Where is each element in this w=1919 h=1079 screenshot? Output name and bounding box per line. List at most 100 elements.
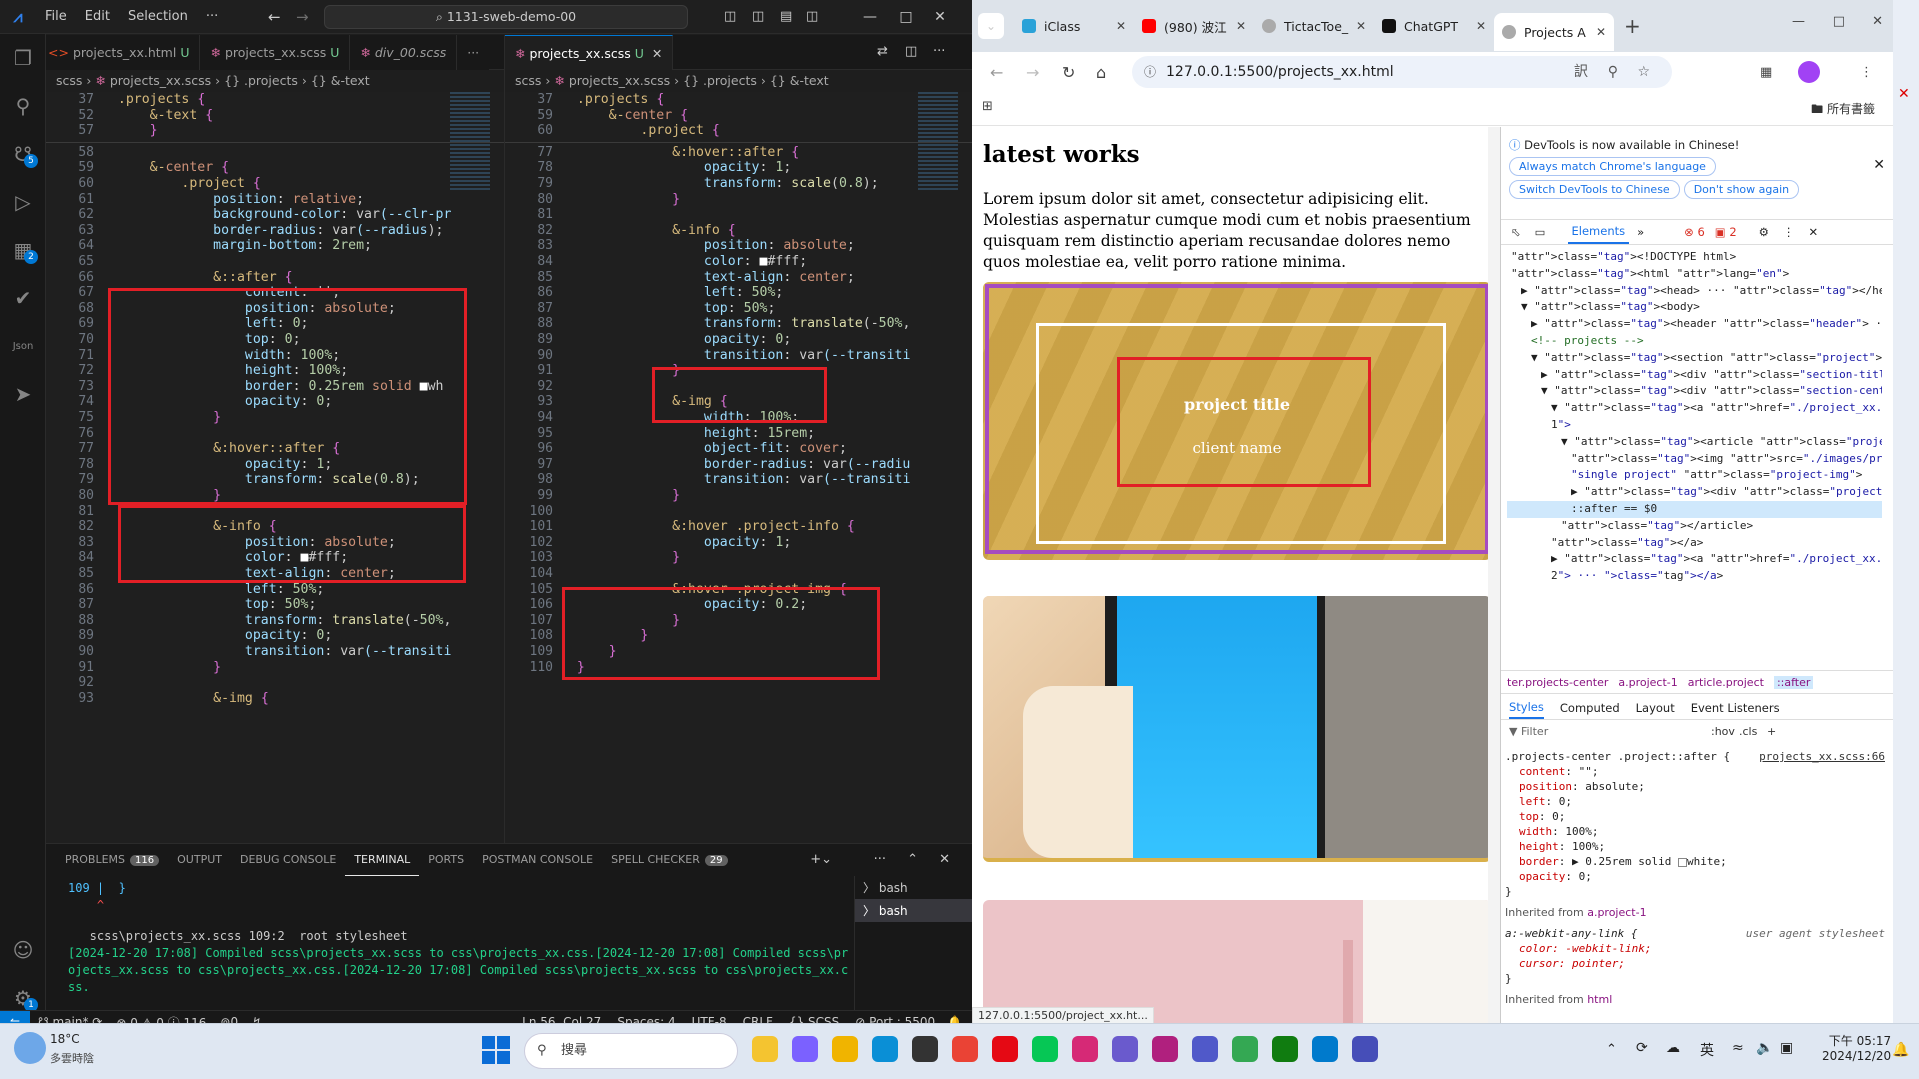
rule-source-link[interactable]: projects_xx.scss:66: [1759, 749, 1885, 764]
dom-node[interactable]: ▼ "attr">class="tag"><article "attr">cla…: [1507, 434, 1882, 451]
sticky-code-line[interactable]: .projects {: [102, 92, 205, 107]
sticky-code-line[interactable]: &-center {: [561, 108, 688, 123]
layout-tab[interactable]: Layout: [1636, 701, 1675, 715]
code-line[interactable]: transform: scale(0.8);: [561, 176, 879, 191]
tab-projects-html[interactable]: <> projects_xx.html U: [46, 35, 201, 70]
code-line[interactable]: }: [561, 192, 680, 207]
dom-node[interactable]: 1">: [1507, 417, 1882, 434]
close-tab-icon[interactable]: ✕: [1596, 25, 1606, 39]
notifications-icon[interactable]: 🔔: [947, 1015, 962, 1023]
code-line[interactable]: left: 50%;: [102, 582, 324, 597]
always-match-language-button[interactable]: Always match Chrome's language: [1509, 157, 1716, 176]
terminal-output[interactable]: 109 | } ^ scss\projects_xx.scss 109:2 ro…: [68, 880, 868, 996]
notification-bell-icon[interactable]: 🔔: [1892, 1042, 1909, 1058]
chrome-tab-iclass[interactable]: iClass ✕: [1014, 8, 1134, 44]
sticky-code-line[interactable]: .projects {: [561, 92, 664, 107]
code-line[interactable]: border-radius: var(--radius);: [102, 223, 443, 238]
ime-indicator[interactable]: 英: [1700, 1040, 1714, 1060]
code-line[interactable]: height: 15rem;: [561, 426, 815, 441]
code-line[interactable]: text-align: center;: [561, 270, 855, 285]
wifi-icon[interactable]: ≈: [1732, 1040, 1744, 1056]
chrome-tab-youtube[interactable]: (980) 波江 ✕: [1134, 8, 1254, 44]
indentation-status[interactable]: Spaces: 4: [617, 1015, 675, 1023]
chrome-tab-tictactoe[interactable]: TictacToe_ ✕: [1254, 8, 1374, 44]
menu-selection[interactable]: Selection: [119, 9, 197, 24]
remote-icon[interactable]: ⇋: [0, 1011, 30, 1023]
page-scrollbar[interactable]: [1488, 127, 1500, 1023]
chrome-tab-projects-active[interactable]: Projects A ✕: [1494, 13, 1614, 51]
language-status[interactable]: {} SCSS: [789, 1015, 839, 1023]
code-line[interactable]: opacity: 0;: [561, 332, 791, 347]
ports-status[interactable]: ⊚0: [220, 1015, 238, 1023]
chrome-tab-chatgpt[interactable]: ChatGPT ✕: [1374, 8, 1494, 44]
devtools-settings-icon[interactable]: ⚙: [1759, 225, 1769, 239]
sticky-code-line[interactable]: &-text {: [102, 108, 214, 123]
code-line[interactable]: position: relative;: [102, 192, 364, 207]
code-line[interactable]: }: [561, 550, 680, 565]
code-line[interactable]: transition: var(--transiti: [561, 472, 910, 487]
code-line[interactable]: transition: var(--transiti: [561, 348, 910, 363]
css-property[interactable]: left: 0;: [1505, 794, 1885, 809]
json-icon[interactable]: Json: [0, 322, 46, 370]
code-line[interactable]: top: 50%;: [561, 301, 776, 316]
project-card-1[interactable]: project title client name: [983, 282, 1491, 560]
dom-node[interactable]: "attr">class="tag"></a>: [1507, 535, 1882, 552]
home-icon[interactable]: ⌂: [1096, 63, 1106, 82]
tab-div-scss[interactable]: ❄ div_00.scss: [350, 35, 458, 70]
close-tab-icon[interactable]: ✕: [1476, 19, 1486, 33]
code-line[interactable]: transform: translate(-50%,: [561, 316, 911, 331]
project-card-2[interactable]: [983, 596, 1491, 862]
new-terminal-icon[interactable]: +⌄: [810, 852, 832, 867]
battery-icon[interactable]: ▣: [1780, 1040, 1793, 1056]
taskbar-search[interactable]: ⚲ 搜尋: [524, 1033, 738, 1069]
devtools-menu-icon[interactable]: ⋮: [1783, 225, 1795, 239]
style-rules[interactable]: .projects-center .project::after {projec…: [1505, 749, 1885, 1007]
encoding-status[interactable]: UTF-8: [692, 1015, 727, 1023]
panel-tab-output[interactable]: OUTPUT: [168, 844, 231, 876]
teams-icon[interactable]: [1192, 1036, 1218, 1062]
tab-projects-scss[interactable]: ❄ projects_xx.scss U: [200, 35, 351, 70]
netflix-icon[interactable]: [992, 1036, 1018, 1062]
branch-status[interactable]: ☋ main* ⟳: [38, 1015, 102, 1023]
dom-node[interactable]: "attr">class="tag"></article>: [1507, 518, 1882, 535]
teams-chat-icon[interactable]: [1352, 1036, 1378, 1062]
panel-tab-postman-console[interactable]: POSTMAN CONSOLE: [473, 844, 602, 876]
sticky-code-line[interactable]: }: [102, 123, 158, 138]
extensions-puzzle-icon[interactable]: ▦: [1760, 65, 1772, 80]
chrome-minimize-icon[interactable]: —: [1792, 14, 1805, 29]
code-line[interactable]: opacity: 1;: [561, 160, 791, 175]
instagram-icon[interactable]: [1072, 1036, 1098, 1062]
close-icon[interactable]: ✕: [1898, 86, 1910, 102]
close-tab-icon[interactable]: ✕: [1356, 19, 1366, 33]
dom-node[interactable]: "attr">class="tag"><html "attr">lang="en…: [1507, 266, 1882, 283]
dom-node[interactable]: 2"> ··· ">class="tag"></a>: [1507, 568, 1882, 585]
close-icon[interactable]: ✕: [918, 0, 962, 34]
eol-status[interactable]: CRLF: [743, 1015, 773, 1023]
dom-node[interactable]: "single project" "attr">class="project-i…: [1507, 467, 1882, 484]
cursor-position[interactable]: Ln 56, Col 27: [522, 1015, 601, 1023]
code-line[interactable]: color: ■#fff;: [561, 254, 807, 269]
maximize-panel-icon[interactable]: ⌃: [907, 852, 918, 867]
dom-node[interactable]: "attr">class="tag"><img "attr">src="./im…: [1507, 451, 1882, 468]
terminal-item-active[interactable]: 〉 bash: [855, 899, 972, 922]
panel-tab-debug-console[interactable]: DEBUG CONSOLE: [231, 844, 345, 876]
css-property[interactable]: height: 100%;: [1505, 839, 1885, 854]
weather-temp[interactable]: 18°C: [50, 1032, 80, 1046]
tab-search-icon[interactable]: ⌄: [978, 13, 1004, 39]
accounts-icon[interactable]: ☺: [0, 926, 46, 974]
minimap[interactable]: [450, 92, 490, 192]
panel-tab-terminal[interactable]: TERMINAL: [345, 844, 420, 876]
copilot-icon[interactable]: [792, 1036, 818, 1062]
dom-node[interactable]: ▼ "attr">class="tag"><section "attr">cla…: [1507, 350, 1882, 367]
lightning-icon[interactable]: ↯: [252, 1015, 262, 1023]
dom-node[interactable]: ▶ "attr">class="tag"><header "attr">clas…: [1507, 316, 1882, 333]
rule-properties[interactable]: content: ""; position: absolute; left: 0; t…: [1505, 764, 1885, 884]
chrome-menu-icon[interactable]: ⋮: [1860, 65, 1873, 80]
nav-back-icon[interactable]: ←: [268, 8, 281, 26]
close-panel-icon[interactable]: ✕: [939, 852, 950, 867]
dom-node[interactable]: ▼ "attr">class="tag"><body>: [1507, 299, 1882, 316]
app-icon[interactable]: [1112, 1036, 1138, 1062]
right-tabs-more-icon[interactable]: ···: [933, 44, 945, 59]
right-code-editor[interactable]: 37 .projects {59 &-center {60 .project {…: [505, 92, 972, 843]
code-line[interactable]: transform: translate(-50%,: [102, 613, 452, 628]
